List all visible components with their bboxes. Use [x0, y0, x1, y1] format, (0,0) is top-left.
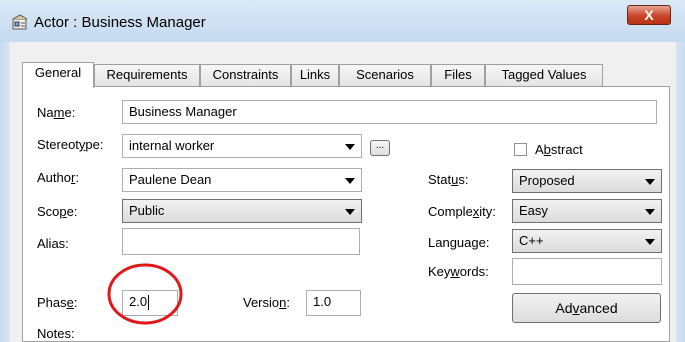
stereotype-browse-button[interactable]: ...: [370, 140, 390, 156]
annotation-circle: [107, 263, 183, 325]
tab-general[interactable]: General: [22, 62, 94, 88]
close-button[interactable]: X: [627, 5, 671, 25]
abstract-checkbox[interactable]: [514, 143, 527, 156]
name-field[interactable]: Business Manager: [122, 100, 657, 124]
actor-properties-icon: [12, 14, 28, 30]
window-frame-right: [676, 42, 685, 342]
stereotype-label: Stereotype:: [37, 137, 104, 152]
scope-dropdown[interactable]: Public: [122, 199, 362, 223]
language-label: Language:: [428, 235, 490, 250]
chevron-down-icon: [645, 239, 655, 245]
author-label: Author:: [37, 170, 79, 185]
chevron-down-icon: [345, 178, 355, 184]
close-icon: X: [644, 7, 654, 23]
tab-files[interactable]: Files: [431, 64, 485, 86]
actor-properties-window: Actor : Business Manager X General Requi…: [0, 0, 685, 342]
advanced-button[interactable]: Advanced: [512, 293, 661, 323]
keywords-field[interactable]: [512, 258, 662, 285]
chevron-down-icon: [345, 144, 355, 150]
alias-field[interactable]: [122, 228, 360, 255]
author-dropdown[interactable]: Paulene Dean: [122, 168, 362, 192]
version-label: Version:: [243, 295, 290, 310]
status-dropdown[interactable]: Proposed: [512, 169, 662, 193]
chevron-down-icon: [645, 209, 655, 215]
complexity-dropdown[interactable]: Easy: [512, 199, 662, 223]
complexity-label: Complexity:: [428, 204, 496, 219]
tab-constraints[interactable]: Constraints: [200, 64, 291, 86]
name-label: Name:: [37, 105, 76, 120]
tab-requirements[interactable]: Requirements: [94, 64, 200, 86]
stereotype-dropdown[interactable]: internal worker: [122, 134, 362, 158]
window-frame-left: [0, 42, 10, 342]
phase-label: Phase:: [37, 295, 78, 310]
notes-label: Notes:: [37, 326, 75, 341]
abstract-label: Abstract: [535, 142, 583, 157]
language-dropdown[interactable]: C++: [512, 229, 662, 253]
status-label: Status:: [428, 172, 469, 187]
keywords-label: Keywords:: [428, 264, 489, 279]
tab-tagged-values[interactable]: Tagged Values: [485, 64, 603, 86]
tab-scenarios[interactable]: Scenarios: [339, 64, 431, 86]
tab-links[interactable]: Links: [291, 64, 339, 86]
chevron-down-icon: [645, 179, 655, 185]
alias-label: Alias:: [37, 236, 69, 251]
chevron-down-icon: [345, 209, 355, 215]
scope-label: Scope:: [37, 204, 78, 219]
version-field[interactable]: 1.0: [306, 290, 361, 316]
title-bar[interactable]: Actor : Business Manager X: [0, 0, 685, 42]
window-title: Actor : Business Manager: [34, 14, 206, 31]
